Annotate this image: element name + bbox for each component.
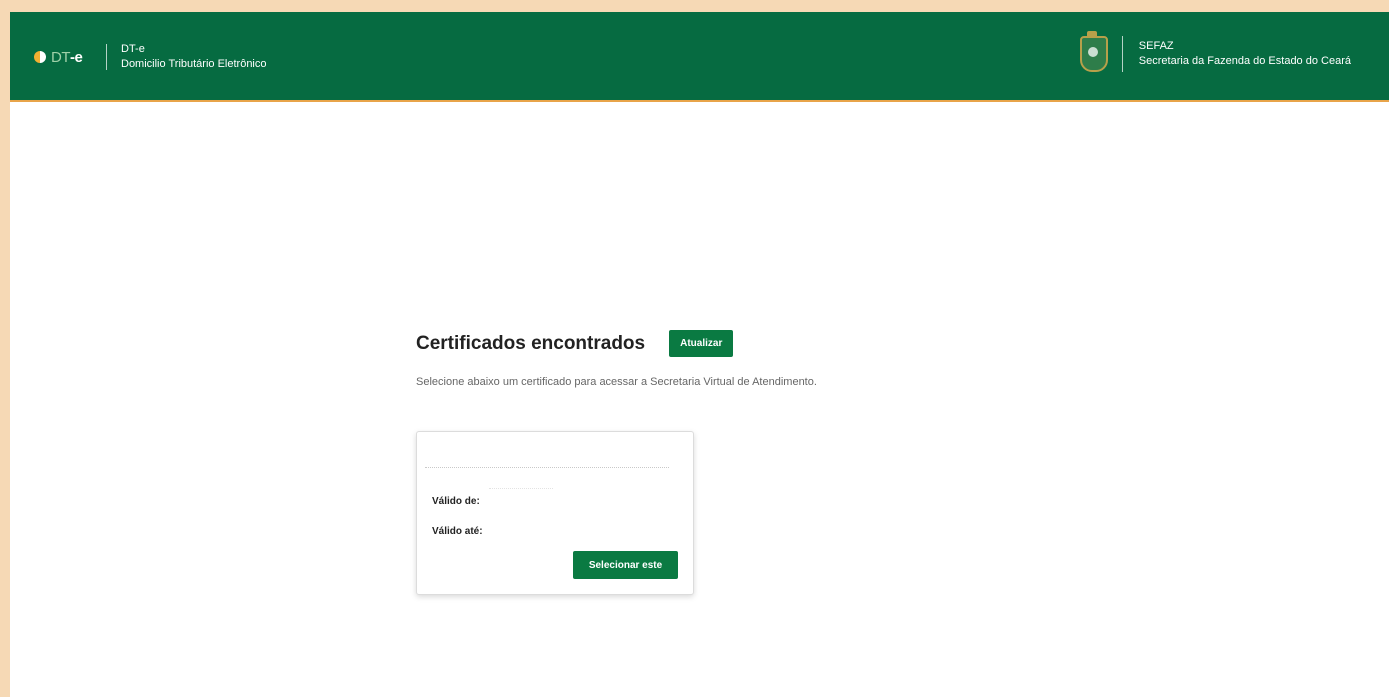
dte-logo: DT-e: [34, 45, 98, 69]
select-certificate-button[interactable]: Selecionar este: [573, 551, 678, 579]
title-row: Certificados encontrados Atualizar: [416, 330, 1016, 357]
brand: DT-e DT-e Domicilio Tributário Eletrônic…: [34, 42, 267, 72]
refresh-button[interactable]: Atualizar: [669, 330, 734, 357]
top-header: DT-e DT-e Domicilio Tributário Eletrônic…: [10, 12, 1389, 102]
state-coat-of-arms-icon: [1079, 31, 1108, 72]
card-faint-line: [489, 488, 553, 489]
certificate-card[interactable]: Válido de: Válido até: Selecionar este: [416, 431, 694, 595]
brand-divider: [106, 44, 107, 70]
agency-name: SEFAZ: [1138, 40, 1174, 52]
certificates-section: Certificados encontrados Atualizar Selec…: [416, 330, 1016, 388]
instruction-text: Selecione abaixo um certificado para ace…: [416, 376, 817, 388]
agency-text: SEFAZ Secretaria da Fazenda do Estado do…: [1139, 39, 1351, 69]
card-divider: [425, 467, 669, 468]
agency-block: SEFAZ Secretaria da Fazenda do Estado do…: [1079, 31, 1351, 72]
valid-from-label: Válido de:: [432, 496, 480, 507]
brand-name: DT-e: [121, 43, 145, 55]
valid-to-label: Válido até:: [432, 526, 483, 537]
brand-text: DT-e Domicilio Tributário Eletrônico: [121, 42, 267, 72]
logo-wordmark: DT-e: [51, 48, 83, 66]
agency-divider: [1121, 36, 1123, 72]
page-title: Certificados encontrados: [416, 332, 646, 354]
agency-subtitle: Secretaria da Fazenda do Estado do Ceará: [1138, 55, 1351, 67]
brand-subtitle: Domicilio Tributário Eletrônico: [121, 58, 267, 70]
logo-dot-icon: [34, 51, 46, 63]
